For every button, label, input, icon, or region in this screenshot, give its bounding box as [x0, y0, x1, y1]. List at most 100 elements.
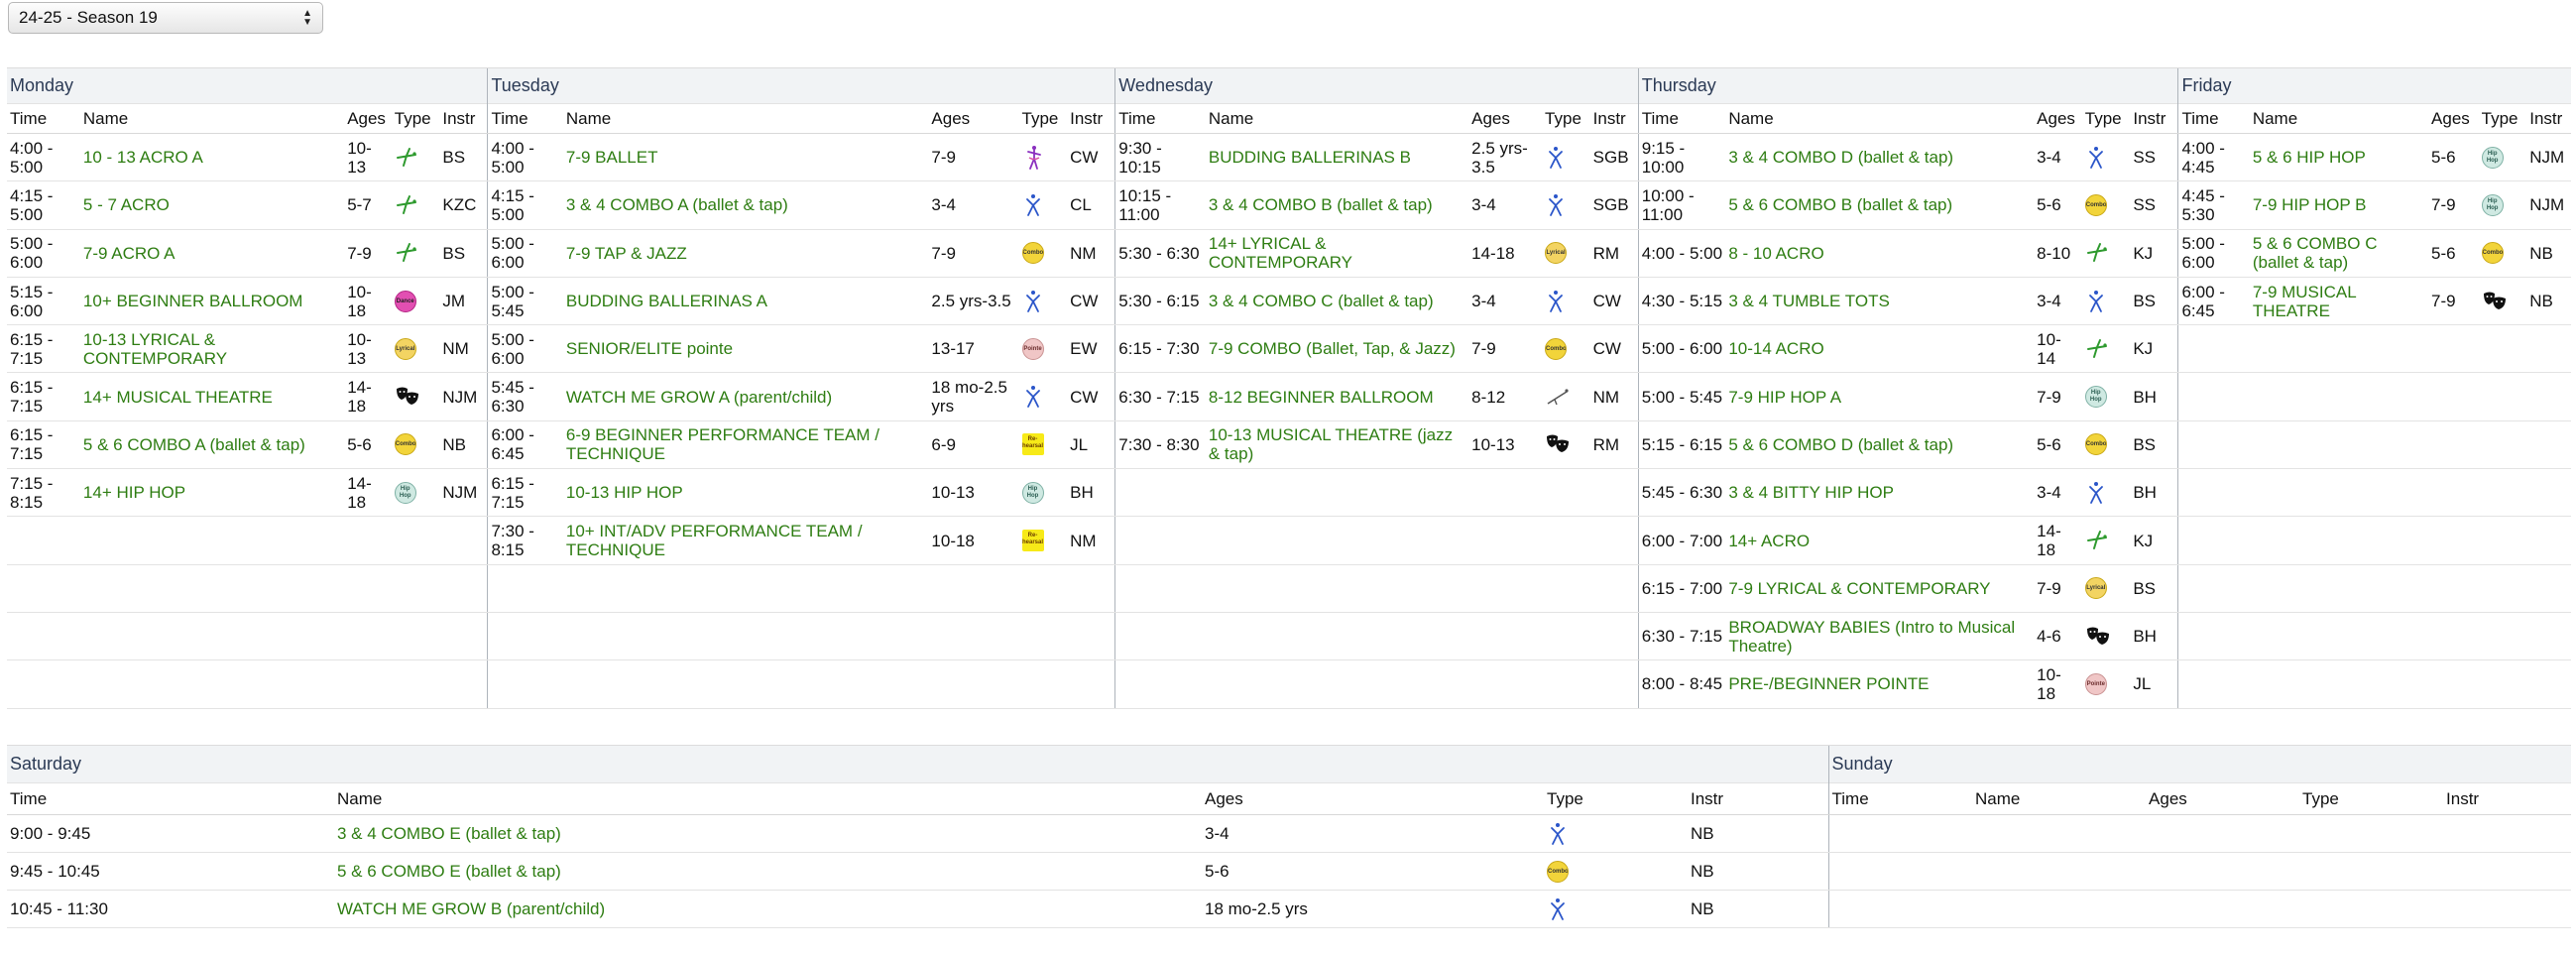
column-header-ages[interactable]: Ages	[1468, 103, 1543, 134]
class-name-link[interactable]: 14+ LYRICAL & CONTEMPORARY	[1205, 229, 1469, 278]
class-name-link[interactable]: 5 & 6 COMBO B (ballet & tap)	[1725, 180, 2035, 230]
class-name-link[interactable]: 5 - 7 ACRO	[79, 180, 345, 230]
empty-cell	[928, 659, 1019, 709]
table-row: 5:00 - 6:00 7-9 ACRO A 7-9 BS 5:00 - 6:00 7-9…	[7, 229, 2571, 278]
column-header-type[interactable]: Type	[1542, 103, 1590, 134]
class-name-link[interactable]: 6-9 BEGINNER PERFORMANCE TEAM / TECHNIQU…	[562, 420, 929, 470]
class-name-link[interactable]: 3 & 4 COMBO A (ballet & tap)	[562, 180, 929, 230]
column-header-instr[interactable]: Instr	[2526, 103, 2571, 134]
column-header-time[interactable]: Time	[2177, 103, 2250, 134]
class-name-link[interactable]: 7-9 LYRICAL & CONTEMPORARY	[1725, 564, 2035, 613]
column-header-instr[interactable]: Instr	[1688, 782, 1829, 815]
class-name-link[interactable]: 5 & 6 COMBO D (ballet & tap)	[1725, 420, 2035, 470]
class-name-link[interactable]: BUDDING BALLERINAS B	[1205, 133, 1469, 182]
class-name-link[interactable]: 7-9 HIP HOP A	[1725, 372, 2035, 421]
column-header-time[interactable]: Time	[7, 103, 80, 134]
class-name-link[interactable]: 10-13 LYRICAL & CONTEMPORARY	[79, 324, 345, 374]
class-name-link[interactable]: 10+ BEGINNER BALLROOM	[79, 277, 345, 326]
class-name-link[interactable]: 14+ HIP HOP	[79, 468, 345, 518]
class-name-link[interactable]: 8 - 10 ACRO	[1725, 229, 2035, 278]
class-ages: 7-9	[928, 133, 1019, 182]
column-header-time[interactable]: Time	[1637, 103, 1726, 134]
column-header-type[interactable]: Type	[1544, 782, 1688, 815]
column-header-name[interactable]: Name	[1205, 103, 1469, 134]
class-name-link[interactable]: 3 & 4 COMBO C (ballet & tap)	[1205, 277, 1469, 326]
class-name-link[interactable]: 5 & 6 COMBO A (ballet & tap)	[79, 420, 345, 470]
column-header-name[interactable]: Name	[334, 782, 1202, 815]
column-header-type[interactable]: Type	[2081, 103, 2131, 134]
class-name-link[interactable]: 10+ INT/ADV PERFORMANCE TEAM / TECHNIQUE	[562, 516, 929, 565]
class-instructor: CW	[1589, 277, 1639, 326]
column-header-ages[interactable]: Ages	[344, 103, 392, 134]
column-header-type[interactable]: Type	[2299, 782, 2444, 815]
class-name-link[interactable]: 3 & 4 BITTY HIP HOP	[1725, 468, 2035, 518]
empty-cell	[2177, 516, 2250, 565]
empty-cell	[2177, 659, 2250, 709]
column-header-time[interactable]: Time	[1114, 103, 1206, 134]
column-header-instr[interactable]: Instr	[2443, 782, 2572, 815]
class-name-link[interactable]: 10-13 MUSICAL THEATRE (jazz & tap)	[1205, 420, 1469, 470]
class-name-link[interactable]: 3 & 4 TUMBLE TOTS	[1725, 277, 2035, 326]
class-name-link[interactable]: WATCH ME GROW B (parent/child)	[334, 890, 1202, 928]
acro-figure-icon	[2086, 338, 2107, 358]
column-header-instr[interactable]: Instr	[1589, 103, 1639, 134]
class-name-link[interactable]: 3 & 4 COMBO B (ballet & tap)	[1205, 180, 1469, 230]
class-name-link[interactable]: 3 & 4 COMBO D (ballet & tap)	[1725, 133, 2035, 182]
class-name-link[interactable]: 7-9 HIP HOP B	[2249, 180, 2429, 230]
season-select[interactable]: 24-25 - Season 19 ▲ ▼	[8, 2, 323, 34]
class-name-link[interactable]: SENIOR/ELITE pointe	[562, 324, 929, 374]
column-header-name[interactable]: Name	[1725, 103, 2035, 134]
class-name-link[interactable]: 7-9 TAP & JAZZ	[562, 229, 929, 278]
class-name-link[interactable]: 14+ MUSICAL THEATRE	[79, 372, 345, 421]
class-name-link[interactable]: 7-9 BALLET	[562, 133, 929, 182]
acro-figure-icon	[2086, 243, 2107, 263]
column-header-name[interactable]: Name	[2249, 103, 2429, 134]
class-instructor: CW	[1589, 324, 1639, 374]
class-name-link[interactable]: 14+ ACRO	[1725, 516, 2035, 565]
class-name-link[interactable]: 7-9 MUSICAL THEATRE	[2249, 277, 2429, 326]
class-name-link[interactable]: 8-12 BEGINNER BALLROOM	[1205, 372, 1469, 421]
column-header-type[interactable]: Type	[391, 103, 440, 134]
class-time: 5:00 - 6:00	[7, 229, 80, 278]
rehearsal-badge-icon: Re-hearsal	[1021, 433, 1044, 456]
column-header-ages[interactable]: Ages	[928, 103, 1019, 134]
column-header-instr[interactable]: Instr	[1067, 103, 1115, 134]
empty-cell	[2478, 564, 2527, 613]
class-name-link[interactable]: 10 - 13 ACRO A	[79, 133, 345, 182]
class-name-link[interactable]: 5 & 6 HIP HOP	[2249, 133, 2429, 182]
column-header-name[interactable]: Name	[79, 103, 345, 134]
class-type	[2081, 277, 2131, 326]
hiphop-badge-icon: Hip Hop	[2084, 386, 2107, 409]
column-header-ages[interactable]: Ages	[2428, 103, 2479, 134]
column-header-type[interactable]: Type	[2478, 103, 2527, 134]
column-header-ages[interactable]: Ages	[1202, 782, 1544, 815]
column-header-instr[interactable]: Instr	[2130, 103, 2178, 134]
column-header-time[interactable]: Time	[487, 103, 563, 134]
class-name-link[interactable]: PRE-/BEGINNER POINTE	[1725, 659, 2035, 709]
column-header-name[interactable]: Name	[1972, 782, 2147, 815]
class-name-link[interactable]: 7-9 COMBO (Ballet, Tap, & Jazz)	[1205, 324, 1469, 374]
class-name-link[interactable]: 10-13 HIP HOP	[562, 468, 929, 518]
column-header-time[interactable]: Time	[7, 782, 334, 815]
class-time: 5:15 - 6:15	[1637, 420, 1726, 470]
column-header-instr[interactable]: Instr	[439, 103, 488, 134]
column-header-type[interactable]: Type	[1018, 103, 1068, 134]
column-header-ages[interactable]: Ages	[2146, 782, 2300, 815]
column-header-time[interactable]: Time	[1827, 782, 1973, 815]
empty-cell	[439, 659, 488, 709]
class-ages: 3-4	[928, 180, 1019, 230]
class-name-link[interactable]: 3 & 4 COMBO E (ballet & tap)	[334, 814, 1202, 853]
class-name-link[interactable]: 10-14 ACRO	[1725, 324, 2035, 374]
day-header-tuesday: Tuesday	[487, 67, 1115, 104]
class-name-link[interactable]: BUDDING BALLERINAS A	[562, 277, 929, 326]
empty-cell	[344, 659, 392, 709]
acro-figure-icon	[2086, 531, 2107, 550]
class-name-link[interactable]: 5 & 6 COMBO C (ballet & tap)	[2249, 229, 2429, 278]
class-name-link[interactable]: 7-9 ACRO A	[79, 229, 345, 278]
column-header-name[interactable]: Name	[562, 103, 929, 134]
class-name-link[interactable]: BROADWAY BABIES (Intro to Musical Theatr…	[1725, 612, 2035, 661]
class-name-link[interactable]: WATCH ME GROW A (parent/child)	[562, 372, 929, 421]
class-name-link[interactable]: 5 & 6 COMBO E (ballet & tap)	[334, 852, 1202, 891]
column-header-ages[interactable]: Ages	[2034, 103, 2082, 134]
table-row: 7:30 - 8:15 10+ INT/ADV PERFORMANCE TEAM …	[7, 516, 2571, 565]
